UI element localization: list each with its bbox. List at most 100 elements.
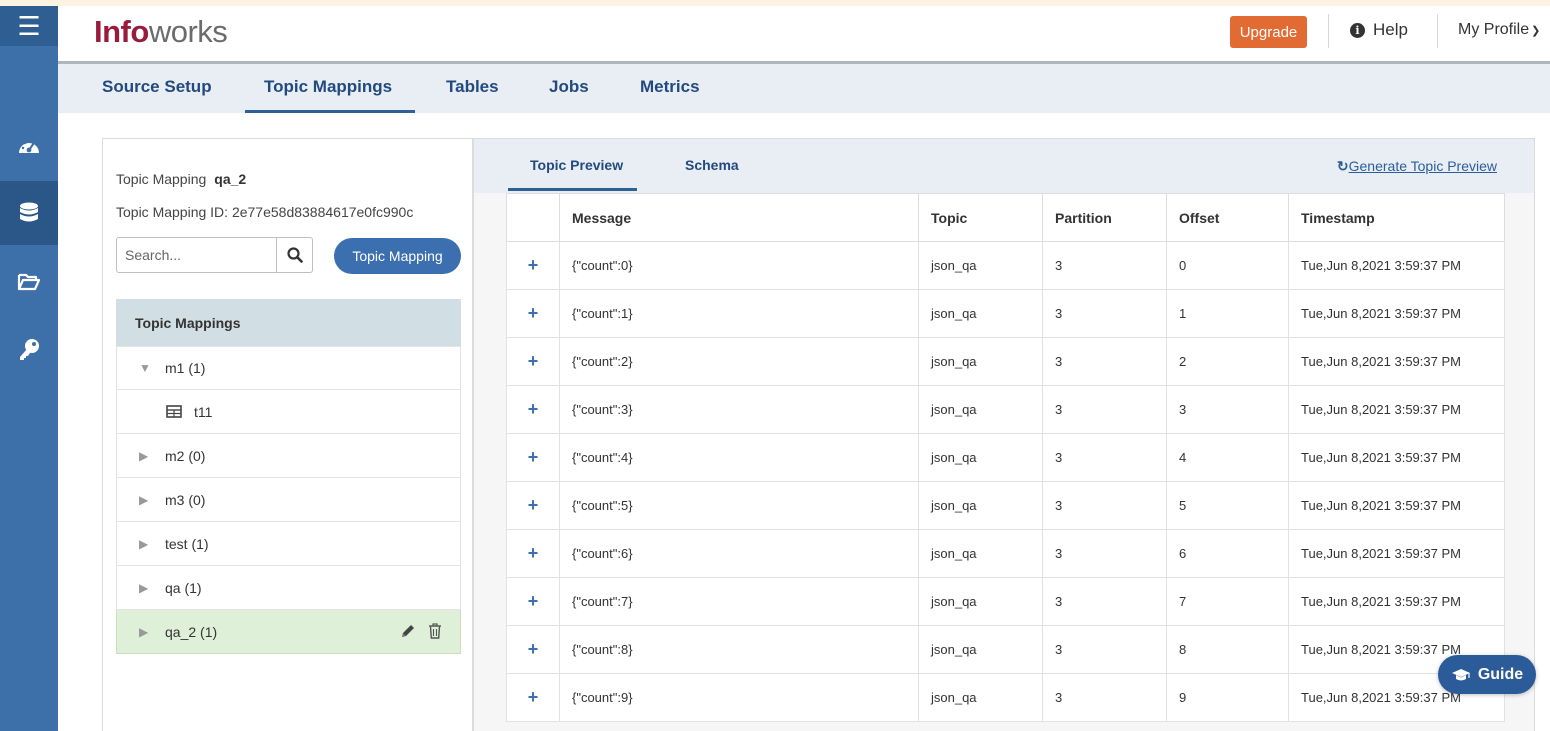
info-icon: i: [1350, 22, 1365, 38]
column-header-topic[interactable]: Topic: [918, 193, 1043, 242]
table-icon: [166, 405, 182, 418]
caret-right-icon[interactable]: ▶: [139, 625, 151, 639]
tree-item-qa[interactable]: ▶ qa (1): [116, 566, 461, 610]
timestamp-cell: Tue,Jun 8,2021 3:59:37 PM: [1288, 241, 1505, 290]
topic-cell: json_qa: [918, 481, 1043, 530]
graduation-cap-icon: [1451, 668, 1470, 680]
tree-item-m2[interactable]: ▶ m2 (0): [116, 434, 461, 478]
partition-cell: 3: [1042, 673, 1167, 722]
tree-item-test[interactable]: ▶ test (1): [116, 522, 461, 566]
partition-cell: 3: [1042, 481, 1167, 530]
caret-right-icon[interactable]: ▶: [139, 537, 151, 551]
topic-cell: json_qa: [918, 625, 1043, 674]
expand-row-button[interactable]: +: [506, 673, 560, 722]
offset-cell: 3: [1166, 385, 1289, 434]
source-tab-bar: Source Setup Topic Mappings Tables Jobs …: [58, 64, 1550, 113]
expand-row-button[interactable]: +: [506, 385, 560, 434]
offset-cell: 6: [1166, 529, 1289, 578]
table-row: + {"count":2} json_qa 3 2 Tue,Jun 8,2021…: [506, 337, 1505, 386]
active-preview-tab-indicator: [508, 188, 637, 191]
caret-down-icon[interactable]: ▼: [139, 361, 151, 375]
row-actions: [400, 623, 442, 639]
tree-header: Topic Mappings: [116, 299, 461, 346]
caret-right-icon[interactable]: ▶: [139, 581, 151, 595]
hamburger-icon: ☰: [17, 11, 41, 41]
caret-right-icon[interactable]: ▶: [139, 493, 151, 507]
column-header-timestamp[interactable]: Timestamp: [1288, 193, 1505, 242]
timestamp-cell: Tue,Jun 8,2021 3:59:37 PM: [1288, 289, 1505, 338]
expand-row-button[interactable]: +: [506, 481, 560, 530]
tab-tables[interactable]: Tables: [446, 77, 499, 97]
offset-cell: 4: [1166, 433, 1289, 482]
search-input[interactable]: [116, 237, 277, 273]
hamburger-menu-button[interactable]: ☰: [0, 6, 58, 46]
topic-preview-table: Message Topic Partition Offset Timestamp…: [506, 193, 1505, 722]
message-cell: {"count":4}: [559, 433, 919, 482]
message-cell: {"count":3}: [559, 385, 919, 434]
expand-row-button[interactable]: +: [506, 433, 560, 482]
help-link[interactable]: i Help: [1350, 20, 1408, 40]
my-profile-dropdown[interactable]: My Profile ❯: [1458, 21, 1540, 39]
column-header-offset[interactable]: Offset: [1166, 193, 1289, 242]
tab-metrics[interactable]: Metrics: [640, 77, 700, 97]
rail-item-folder[interactable]: [0, 250, 58, 314]
topic-mappings-tree: Topic Mappings ▼ m1 (1) t11 ▶ m2 (0) ▶ m…: [116, 299, 461, 654]
topic-cell: json_qa: [918, 529, 1043, 578]
add-topic-mapping-button[interactable]: Topic Mapping: [334, 238, 461, 274]
guide-button[interactable]: Guide: [1438, 655, 1536, 694]
expand-row-button[interactable]: +: [506, 289, 560, 338]
table-row: + {"count":3} json_qa 3 3 Tue,Jun 8,2021…: [506, 385, 1505, 434]
upgrade-button[interactable]: Upgrade: [1230, 16, 1307, 48]
rail-item-key[interactable]: [0, 318, 58, 382]
expand-row-button[interactable]: +: [506, 337, 560, 386]
table-row: + {"count":9} json_qa 3 9 Tue,Jun 8,2021…: [506, 673, 1505, 722]
topic-cell: json_qa: [918, 385, 1043, 434]
table-row: + {"count":4} json_qa 3 4 Tue,Jun 8,2021…: [506, 433, 1505, 482]
topic-cell: json_qa: [918, 289, 1043, 338]
edit-pencil-icon[interactable]: [400, 623, 416, 639]
dashboard-icon: [19, 139, 39, 153]
tab-jobs[interactable]: Jobs: [549, 77, 589, 97]
message-cell: {"count":2}: [559, 337, 919, 386]
column-header-message[interactable]: Message: [559, 193, 919, 242]
app-header: Infoworks Upgrade i Help My Profile ❯: [58, 6, 1550, 64]
search-button[interactable]: [277, 237, 313, 273]
rail-item-database[interactable]: [0, 181, 58, 245]
tab-topic-preview[interactable]: Topic Preview: [530, 157, 623, 173]
infoworks-logo[interactable]: Infoworks: [94, 14, 228, 50]
active-tab-indicator: [245, 110, 415, 113]
tab-source-setup[interactable]: Source Setup: [102, 77, 212, 97]
offset-cell: 1: [1166, 289, 1289, 338]
rail-item-dashboard[interactable]: [0, 114, 58, 178]
timestamp-cell: Tue,Jun 8,2021 3:59:37 PM: [1288, 337, 1505, 386]
caret-right-icon[interactable]: ▶: [139, 449, 151, 463]
tree-item-m1[interactable]: ▼ m1 (1): [116, 346, 461, 390]
offset-cell: 0: [1166, 241, 1289, 290]
column-header-partition[interactable]: Partition: [1042, 193, 1167, 242]
tree-item-m3[interactable]: ▶ m3 (0): [116, 478, 461, 522]
tree-item-t11[interactable]: t11: [116, 390, 461, 434]
offset-cell: 8: [1166, 625, 1289, 674]
expand-row-button[interactable]: +: [506, 577, 560, 626]
expand-row-button[interactable]: +: [506, 241, 560, 290]
partition-cell: 3: [1042, 529, 1167, 578]
offset-cell: 9: [1166, 673, 1289, 722]
trash-icon[interactable]: [428, 623, 442, 639]
tab-topic-mappings[interactable]: Topic Mappings: [264, 77, 392, 97]
refresh-icon: ↻: [1336, 158, 1349, 174]
header-divider: [1328, 14, 1329, 48]
topic-mapping-id: Topic Mapping ID: 2e77e58d83884617e0fc99…: [116, 204, 414, 220]
offset-cell: 2: [1166, 337, 1289, 386]
expand-row-button[interactable]: +: [506, 529, 560, 578]
table-row: + {"count":7} json_qa 3 7 Tue,Jun 8,2021…: [506, 577, 1505, 626]
table-row: + {"count":0} json_qa 3 0 Tue,Jun 8,2021…: [506, 241, 1505, 290]
offset-cell: 5: [1166, 481, 1289, 530]
tab-schema[interactable]: Schema: [685, 157, 739, 173]
expand-row-button[interactable]: +: [506, 625, 560, 674]
message-cell: {"count":6}: [559, 529, 919, 578]
partition-cell: 3: [1042, 433, 1167, 482]
search-icon: [286, 247, 303, 263]
partition-cell: 3: [1042, 577, 1167, 626]
generate-topic-preview-link[interactable]: ↻Generate Topic Preview: [1337, 158, 1497, 175]
tree-item-qa-2[interactable]: ▶ qa_2 (1): [116, 610, 461, 654]
